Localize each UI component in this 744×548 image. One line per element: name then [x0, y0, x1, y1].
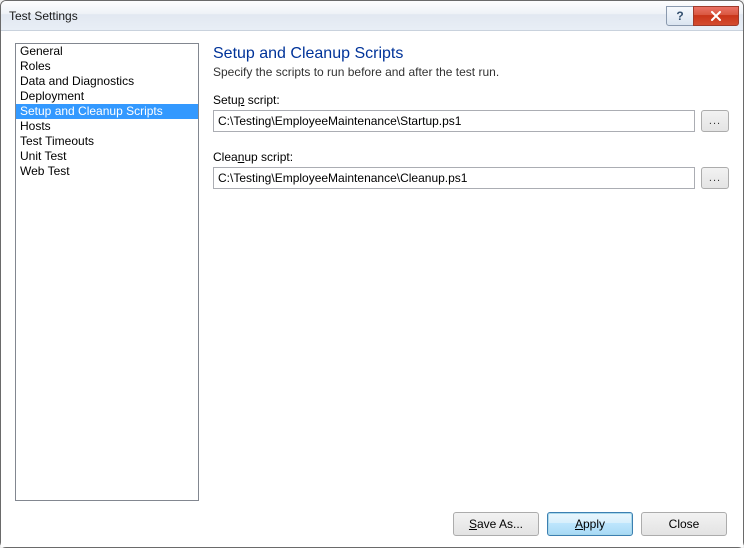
client-area: General Roles Data and Diagnostics Deplo… — [1, 31, 743, 547]
cleanup-script-input[interactable] — [213, 167, 695, 189]
setup-script-input[interactable] — [213, 110, 695, 132]
sidebar-item-test-timeouts[interactable]: Test Timeouts — [16, 134, 198, 149]
sidebar-item-roles[interactable]: Roles — [16, 59, 198, 74]
cleanup-script-browse-button[interactable]: ... — [701, 167, 729, 189]
close-window-button[interactable] — [693, 6, 739, 26]
setup-script-row: ... — [213, 110, 729, 132]
title-bar: Test Settings ? — [1, 1, 743, 31]
close-button[interactable]: Close — [641, 512, 727, 536]
main-panel: Setup and Cleanup Scripts Specify the sc… — [213, 43, 729, 501]
save-as-button[interactable]: Save As... — [453, 512, 539, 536]
help-icon: ? — [676, 9, 683, 23]
category-list[interactable]: General Roles Data and Diagnostics Deplo… — [15, 43, 199, 501]
setup-script-browse-button[interactable]: ... — [701, 110, 729, 132]
window-title: Test Settings — [9, 9, 667, 23]
dialog-body: General Roles Data and Diagnostics Deplo… — [1, 31, 743, 501]
test-settings-window: Test Settings ? General Roles Data and D… — [0, 0, 744, 548]
sidebar-item-deployment[interactable]: Deployment — [16, 89, 198, 104]
apply-button[interactable]: Apply — [547, 512, 633, 536]
help-button[interactable]: ? — [666, 6, 694, 26]
sidebar-item-general[interactable]: General — [16, 44, 198, 59]
page-title: Setup and Cleanup Scripts — [213, 45, 729, 63]
sidebar-item-data-and-diagnostics[interactable]: Data and Diagnostics — [16, 74, 198, 89]
setup-script-label: Setup script: — [213, 93, 729, 107]
cleanup-script-row: ... — [213, 167, 729, 189]
sidebar-item-unit-test[interactable]: Unit Test — [16, 149, 198, 164]
close-icon — [710, 11, 722, 21]
cleanup-script-label: Cleanup script: — [213, 150, 729, 164]
sidebar-item-web-test[interactable]: Web Test — [16, 164, 198, 179]
sidebar-item-hosts[interactable]: Hosts — [16, 119, 198, 134]
page-subtitle: Specify the scripts to run before and af… — [213, 65, 729, 79]
window-controls: ? — [667, 6, 739, 26]
dialog-footer: Save As... Apply Close — [1, 501, 743, 547]
sidebar-item-setup-and-cleanup-scripts[interactable]: Setup and Cleanup Scripts — [16, 104, 198, 119]
